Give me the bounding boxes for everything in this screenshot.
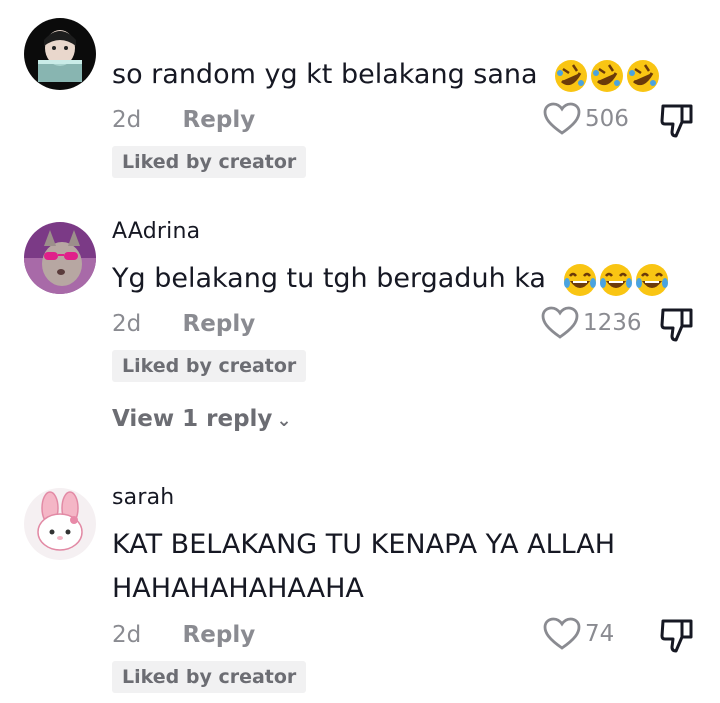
comment-meta: 2d Reply <box>112 107 255 133</box>
reply-button[interactable]: Reply <box>183 107 256 133</box>
heart-icon <box>541 306 579 339</box>
comment-time: 2d <box>112 107 142 133</box>
tears-of-joy-emoji-icon <box>599 263 632 296</box>
comment-text-line-1: KAT BELAKANG TU KENAPA YA ALLAH <box>112 529 616 560</box>
comment-time: 2d <box>112 622 142 648</box>
like-button[interactable]: 74 <box>543 617 614 651</box>
liked-by-creator-badge: Liked by creator <box>112 350 307 382</box>
reply-button[interactable]: Reply <box>183 311 256 337</box>
emoji-group <box>563 263 669 297</box>
view-replies-label: View 1 reply <box>112 406 273 432</box>
heart-icon <box>543 617 581 650</box>
like-count: 506 <box>585 106 629 132</box>
comment-text-content: so random yg kt belakang sana <box>112 59 538 90</box>
view-replies-button[interactable]: View 1 reply ⌄ <box>112 406 292 432</box>
liked-by-creator-badge: Liked by creator <box>112 146 307 178</box>
dislike-icon[interactable] <box>658 306 696 344</box>
like-button[interactable]: 1236 <box>541 306 642 340</box>
heart-icon <box>543 102 581 135</box>
rofl-emoji-icon <box>591 59 624 92</box>
comment-text: Yg belakang tu tgh bergaduh ka <box>112 258 669 300</box>
tears-of-joy-emoji-icon <box>635 263 668 296</box>
rofl-emoji-icon <box>627 59 660 92</box>
comment-meta: 2d Reply <box>112 622 255 648</box>
dislike-icon[interactable] <box>658 102 696 140</box>
liked-by-creator-badge: Liked by creator <box>112 661 307 693</box>
comment-time: 2d <box>112 311 142 337</box>
like-count: 74 <box>585 621 615 647</box>
avatar[interactable] <box>24 18 96 90</box>
reply-button[interactable]: Reply <box>183 622 256 648</box>
comment-text-content: Yg belakang tu tgh bergaduh ka <box>112 263 546 294</box>
avatar[interactable] <box>24 222 96 294</box>
comment-text-line-2: HAHAHAHAHAAHA <box>112 573 364 604</box>
comment-meta: 2d Reply <box>112 311 255 337</box>
dislike-icon[interactable] <box>658 617 696 655</box>
username[interactable]: sarah <box>112 485 174 510</box>
comment-text: so random yg kt belakang sana <box>112 54 660 96</box>
like-button[interactable]: 506 <box>543 102 629 136</box>
emoji-group <box>554 59 660 93</box>
username[interactable]: AAdrina <box>112 219 200 244</box>
chevron-down-icon: ⌄ <box>276 410 292 431</box>
rofl-emoji-icon <box>555 59 588 92</box>
tears-of-joy-emoji-icon <box>563 263 596 296</box>
like-count: 1236 <box>583 310 642 336</box>
avatar[interactable] <box>24 488 96 560</box>
